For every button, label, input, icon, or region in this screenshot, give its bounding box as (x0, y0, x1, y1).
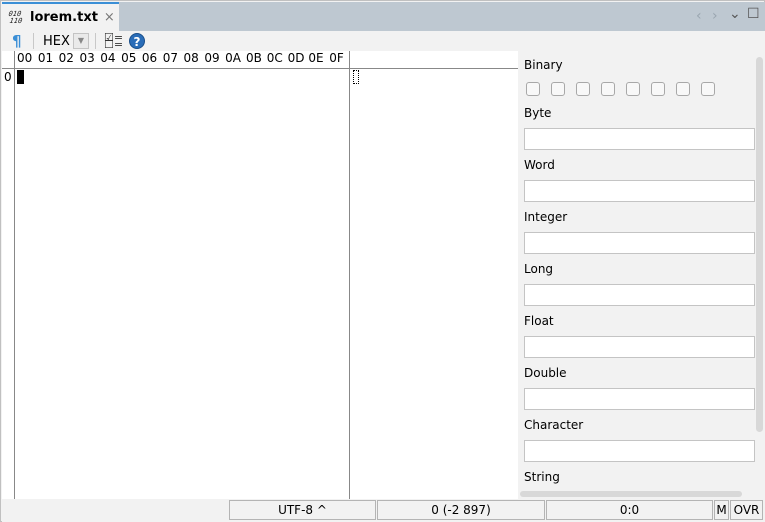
bit-checkbox[interactable] (576, 82, 590, 96)
byte-field[interactable] (524, 128, 755, 150)
double-field[interactable] (524, 388, 755, 410)
status-bar: UTF-8 ^ 0 (-2 897) 0:0 M OVR (2, 499, 765, 522)
float-label: Float (524, 314, 554, 328)
column-header-cell: 0E (308, 51, 324, 65)
bit-checkbox[interactable] (601, 82, 615, 96)
binary-bits (526, 82, 715, 96)
vertical-scrollbar[interactable] (756, 57, 763, 432)
column-header-cell: 01 (37, 51, 54, 65)
column-header-cell: 07 (162, 51, 178, 65)
hex-editor-area[interactable]: 00 01 02 03 04 05 06 07 08 09 0A 0B 0C 0… (2, 51, 518, 499)
character-label: Character (524, 418, 584, 432)
tab-bar: 010 110 lorem.txt × ‹ › ⌄ ☐ (2, 2, 765, 31)
horizontal-scrollbar[interactable] (520, 491, 742, 497)
encoding-selector[interactable]: UTF-8 ^ (229, 500, 376, 520)
column-header-cell: 0C (266, 51, 283, 65)
integer-label: Integer (524, 210, 568, 224)
column-header-cell: 05 (121, 51, 137, 65)
dropdown-arrow-icon[interactable]: ▼ (73, 33, 89, 49)
bit-checkbox[interactable] (526, 82, 540, 96)
column-header: 00 01 02 03 04 05 06 07 08 09 0A 0B 0C 0… (15, 51, 350, 68)
address-divider (14, 51, 15, 499)
toolbar-separator (95, 33, 96, 49)
tab-title: lorem.txt (30, 10, 98, 25)
maximize-icon[interactable]: ☐ (747, 6, 760, 22)
binary-label: Binary (524, 58, 563, 72)
code-type-select[interactable]: HEX (43, 34, 70, 49)
tab-lorem-txt[interactable]: 010 110 lorem.txt × (2, 2, 119, 31)
column-header-cell: 00 (17, 51, 33, 65)
close-icon[interactable]: × (104, 10, 115, 25)
bit-checkbox[interactable] (551, 82, 565, 96)
column-header-cell: 02 (58, 51, 74, 65)
column-header-cell: 04 (100, 51, 116, 65)
column-header-cell: 0A (225, 51, 241, 65)
values-panel: Binary Byte Word Integer Long Float Doub… (518, 51, 765, 499)
help-icon[interactable]: ? (129, 33, 145, 49)
long-label: Long (524, 262, 554, 276)
insert-mode-indicator[interactable]: OVR (730, 500, 763, 520)
word-label: Word (524, 158, 555, 172)
column-header-cell: 09 (204, 51, 220, 65)
show-whitespace-icon[interactable]: ¶ (12, 32, 22, 50)
hex-cursor (17, 70, 24, 84)
values-panel-toggle-icon[interactable]: ☑= ☐= (104, 32, 123, 50)
column-header-cell: 03 (79, 51, 95, 65)
float-field[interactable] (524, 336, 755, 358)
cursor-readout: 0:0 (546, 500, 713, 520)
bit-checkbox[interactable] (626, 82, 640, 96)
row-address: 0 (4, 70, 12, 84)
long-field[interactable] (524, 284, 755, 306)
bit-checkbox[interactable] (676, 82, 690, 96)
bit-checkbox[interactable] (651, 82, 665, 96)
header-divider (2, 68, 518, 69)
hex-editor-window: 010 110 lorem.txt × ‹ › ⌄ ☐ ¶ HEX ▼ ☑= ☐=… (0, 0, 765, 522)
column-header-cell: 08 (183, 51, 199, 65)
forward-icon[interactable]: › (712, 8, 718, 24)
column-header-cell: 06 (141, 51, 158, 65)
word-field[interactable] (524, 180, 755, 202)
mode-indicator[interactable]: M (714, 500, 729, 520)
column-header-cell: 0F (329, 51, 344, 65)
column-header-cell: 0B (245, 51, 262, 65)
double-label: Double (524, 366, 567, 380)
back-icon[interactable]: ‹ (696, 8, 702, 24)
column-header-cell: 0D (287, 51, 305, 65)
byte-label: Byte (524, 106, 552, 120)
ascii-divider (349, 51, 350, 499)
integer-field[interactable] (524, 232, 755, 254)
chevron-down-icon[interactable]: ⌄ (729, 6, 741, 22)
position-readout: 0 (-2 897) (377, 500, 545, 520)
toolbar-separator (33, 33, 34, 49)
binary-file-icon: 010 110 (8, 9, 23, 25)
character-field[interactable] (524, 440, 755, 462)
string-label: String (524, 470, 560, 484)
ascii-cursor (353, 70, 359, 84)
bit-checkbox[interactable] (701, 82, 715, 96)
toolbar: ¶ HEX ▼ ☑= ☐= ? (2, 31, 765, 51)
